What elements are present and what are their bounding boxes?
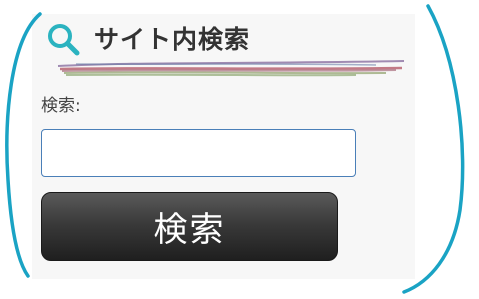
page-canvas: サイト内検索 検索: 検索 xyxy=(0,0,479,299)
search-input[interactable] xyxy=(41,129,356,177)
search-button[interactable]: 検索 xyxy=(41,192,338,261)
search-icon xyxy=(46,22,82,58)
underline-scribble xyxy=(57,60,405,77)
search-field-label: 検索: xyxy=(41,96,81,116)
widget-title: サイト内検索 xyxy=(94,25,251,54)
widget-header: サイト内検索 xyxy=(46,22,250,58)
search-button-label: 検索 xyxy=(153,210,226,250)
